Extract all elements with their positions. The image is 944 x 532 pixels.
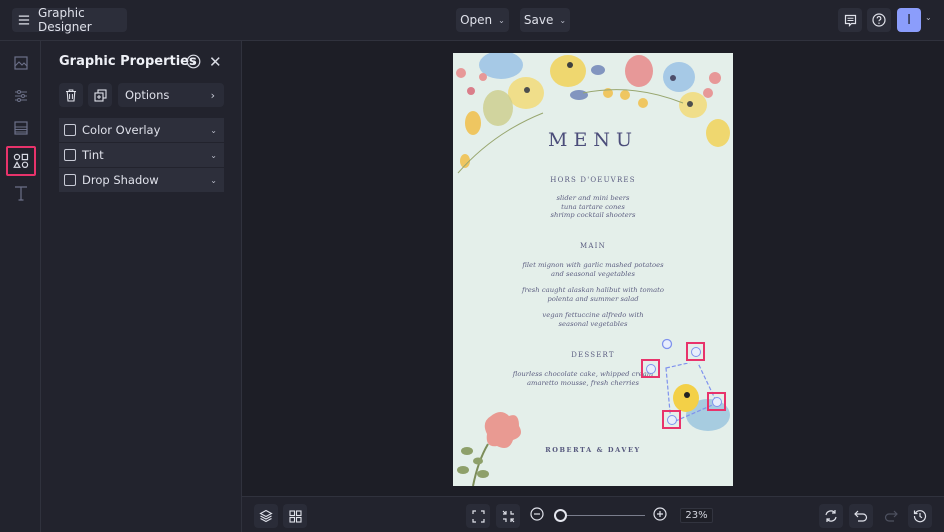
tint-row[interactable]: Tint ⌄ [59, 143, 224, 167]
layers-icon [259, 509, 273, 523]
zoom-slider-thumb[interactable] [554, 509, 567, 522]
chevron-down-icon: ⌄ [559, 15, 567, 25]
expand-icon [471, 509, 485, 523]
menu-item: shrimp cocktail shooters [550, 211, 636, 219]
open-label: Open [460, 13, 493, 27]
refresh-button[interactable] [819, 504, 843, 528]
info-icon[interactable] [186, 54, 201, 69]
save-button[interactable]: Save ⌄ [520, 8, 570, 32]
text-icon [15, 186, 27, 201]
duplicate-icon [93, 88, 107, 102]
zoom-out-icon[interactable] [530, 507, 544, 521]
drop-shadow-label: Drop Shadow [82, 173, 159, 187]
menu-item: flourless chocolate cake, whipped cream [512, 370, 654, 378]
chevron-right-icon: › [210, 88, 215, 102]
resize-handle-right[interactable] [707, 392, 726, 411]
signature-text[interactable]: ROBERTA & DAVEY [453, 446, 733, 454]
zoom-in-icon[interactable] [653, 507, 667, 521]
panel-title: Graphic Properties [59, 54, 197, 69]
color-overlay-row[interactable]: Color Overlay ⌄ [59, 118, 224, 142]
chevron-down-icon[interactable]: ⌄ [210, 126, 217, 135]
duplicate-button[interactable] [88, 83, 112, 107]
main-items[interactable]: filet mignon with garlic mashed potatoes… [453, 261, 733, 328]
menu-item: seasonal vegetables [558, 319, 628, 328]
zoom-level-field[interactable]: 23% [680, 508, 713, 523]
chevron-down-icon[interactable]: ⌄ [210, 151, 217, 160]
menu-item: filet mignon with garlic mashed potatoes [522, 261, 664, 269]
chevron-down-icon[interactable]: ⌄ [210, 176, 217, 185]
menu-item: amaretto mousse, fresh cherries [527, 378, 639, 387]
menu-item: polenta and summer salad [547, 294, 639, 303]
redo-button[interactable] [879, 504, 903, 528]
delete-button[interactable] [59, 83, 83, 107]
rail-item-adjustments[interactable] [6, 81, 36, 111]
help-icon [872, 13, 886, 27]
refresh-icon [825, 510, 837, 522]
undo-button[interactable] [849, 504, 873, 528]
bottom-toolbar: 23% [242, 496, 944, 532]
app-title: Graphic Designer [37, 6, 92, 34]
options-label: Options [125, 88, 170, 102]
history-button[interactable] [908, 504, 932, 528]
grid-icon [288, 509, 302, 523]
zoom-slider-track[interactable] [560, 515, 645, 516]
tool-rail [0, 41, 41, 532]
shapes-icon [13, 153, 29, 169]
resize-handle-top[interactable] [686, 342, 705, 361]
drop-shadow-row[interactable]: Drop Shadow ⌄ [59, 168, 224, 192]
menu-item: fresh caught alaskan halibut with tomato [522, 286, 664, 294]
chevron-down-icon: ⌄ [498, 15, 505, 25]
menu-item: slider and mini beers [556, 194, 630, 202]
collapse-icon [502, 510, 514, 522]
tint-label: Tint [82, 148, 104, 162]
user-avatar[interactable]: I [897, 8, 921, 32]
trash-icon [66, 88, 76, 102]
save-label: Save [523, 13, 554, 27]
graphic-properties-panel: Graphic Properties ✕ Options › Color Ove… [41, 41, 242, 532]
help-button[interactable] [867, 8, 891, 32]
menu-item: and seasonal vegetables [551, 269, 635, 278]
layers-button[interactable] [254, 504, 278, 528]
color-overlay-checkbox[interactable] [64, 124, 76, 136]
grid-button[interactable] [283, 504, 307, 528]
rail-item-text[interactable] [6, 178, 36, 208]
app-menu-button[interactable]: Graphic Designer [12, 6, 127, 34]
fit-to-screen-button[interactable] [466, 504, 490, 528]
comment-icon [844, 14, 856, 27]
account-chevron-icon[interactable]: ⌄ [925, 13, 932, 22]
shrink-view-button[interactable] [496, 504, 520, 528]
comments-button[interactable] [838, 8, 862, 32]
hors-doeuvres-items[interactable]: slider and mini beers tuna tartare cones… [453, 194, 733, 220]
resize-handle-left[interactable] [641, 359, 660, 378]
layout-icon [14, 121, 28, 135]
image-icon [14, 56, 28, 70]
rail-item-layout[interactable] [6, 113, 36, 143]
menu-item: tuna tartare cones [561, 202, 625, 211]
section-heading-hors-doeuvres[interactable]: HORS D'OEUVRES [453, 176, 733, 184]
resize-handle-bottom[interactable] [662, 410, 681, 429]
menu-item: vegan fettuccine alfredo with [542, 311, 644, 319]
design-canvas[interactable]: MENU HORS D'OEUVRES slider and mini beer… [242, 41, 944, 496]
section-heading-main[interactable]: MAIN [453, 242, 733, 250]
drop-shadow-checkbox[interactable] [64, 174, 76, 186]
options-button[interactable]: Options › [118, 83, 224, 107]
undo-icon [854, 510, 868, 522]
top-bar: Graphic Designer Open ⌄ Save ⌄ I ⌄ [0, 0, 944, 41]
history-icon [913, 510, 927, 523]
close-icon[interactable]: ✕ [209, 53, 222, 71]
redo-icon [884, 510, 898, 522]
color-overlay-label: Color Overlay [82, 123, 161, 137]
sliders-icon [15, 90, 27, 102]
rail-item-images[interactable] [6, 48, 36, 78]
dessert-items[interactable]: flourless chocolate cake, whipped cream … [453, 370, 723, 387]
hamburger-icon [18, 15, 30, 25]
rotate-handle[interactable] [661, 338, 673, 350]
rail-item-graphics[interactable] [6, 146, 36, 176]
menu-title[interactable]: MENU [453, 129, 733, 151]
tint-checkbox[interactable] [64, 149, 76, 161]
floral-border-top-graphic[interactable] [453, 53, 733, 183]
open-button[interactable]: Open ⌄ [456, 8, 509, 32]
menu-page[interactable]: MENU HORS D'OEUVRES slider and mini beer… [453, 53, 733, 486]
